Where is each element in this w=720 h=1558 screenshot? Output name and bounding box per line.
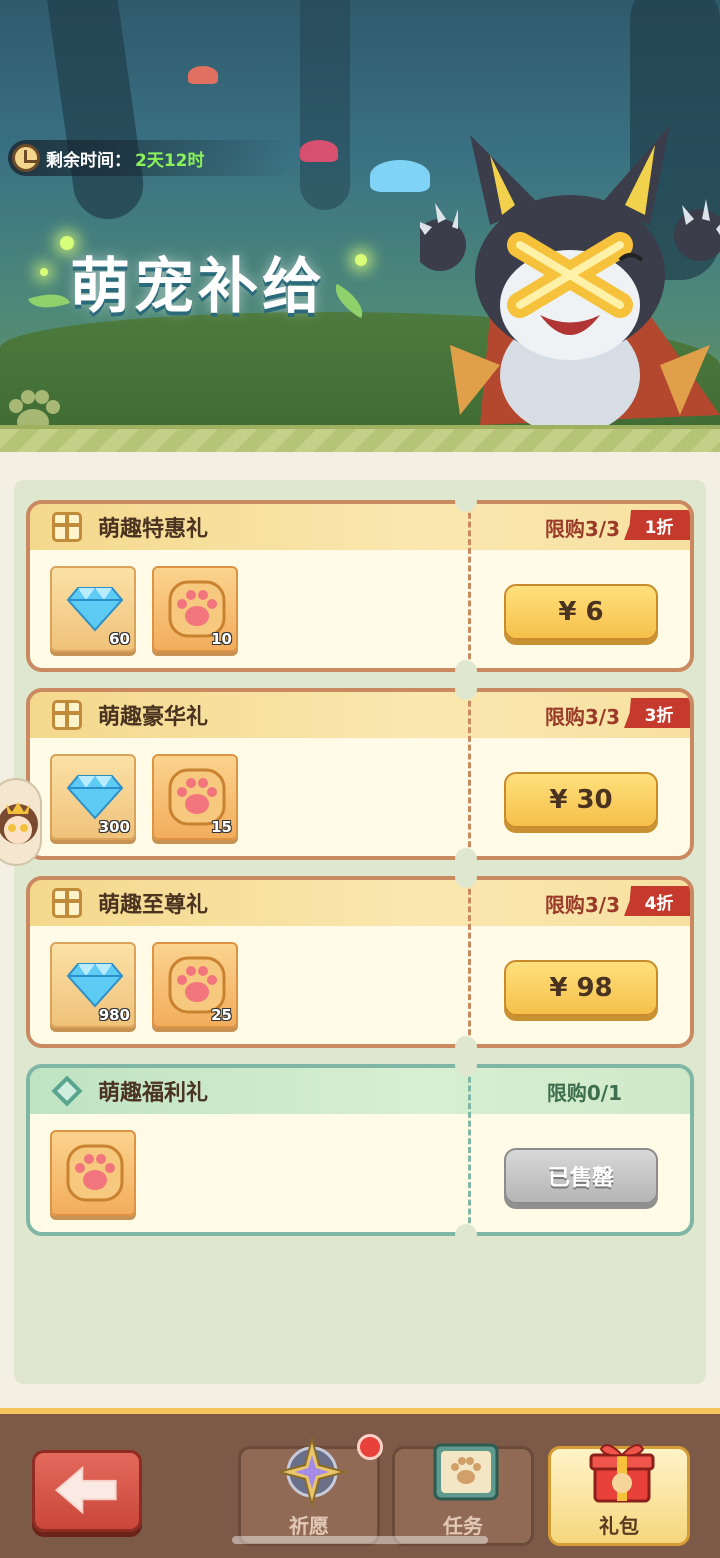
ticket-notch [455,1224,477,1246]
tab-wish[interactable]: 祈愿 [238,1437,380,1546]
gift-box-icon [589,1444,655,1503]
diamond-icon [66,963,124,1008]
reward-item[interactable]: 15 [152,754,238,840]
item-quantity: 25 [211,1006,232,1024]
remaining-time: 剩余时间： 2天12时 [8,140,295,176]
floating-avatar-button[interactable] [0,778,42,866]
tab-label: 祈愿 [289,1514,329,1538]
buy-button[interactable]: ¥ 6 [504,584,658,640]
task-book-icon [433,1443,499,1501]
reward-item[interactable]: 300 [50,754,136,840]
gift-pack-card: 萌趣豪华礼 限购3/3 3折 300 15 ¥ 30 [26,688,694,860]
gift-icon [52,888,82,918]
clock-icon [12,144,40,172]
reward-item[interactable]: 60 [50,566,136,652]
ticket-notch [455,490,477,512]
firefly-glow [40,268,48,276]
reward-item[interactable] [50,1130,136,1216]
leaf-decoration [28,286,70,316]
dashed-divider [468,1068,471,1232]
gift-pack-card: 萌趣特惠礼 限购3/3 1折 60 10 ¥ 6 [26,500,694,672]
reward-item[interactable]: 25 [152,942,238,1028]
pack-header: 萌趣福利礼 限购0/1 [30,1068,690,1114]
gift-pack-card: 萌趣福利礼 限购0/1 已售罄 [26,1064,694,1236]
banner-border [0,425,720,452]
reward-item[interactable]: 10 [152,566,238,652]
pack-title: 萌趣福利礼 [98,1081,209,1106]
item-quantity: 300 [98,818,130,836]
pack-header: 萌趣特惠礼 限购3/3 1折 [30,504,690,550]
welfare-icon [51,1075,83,1107]
gift-icon [52,512,82,542]
tab-gift-packs[interactable]: 礼包 [548,1444,690,1546]
pack-header: 萌趣豪华礼 限购3/3 3折 [30,692,690,738]
diamond-icon [66,775,124,820]
purchase-limit: 限购3/3 [544,893,620,917]
avatar-icon [0,802,38,844]
tab-label: 礼包 [599,1514,639,1538]
gift-pack-card: 萌趣至尊礼 限购3/3 4折 980 25 ¥ 98 [26,876,694,1048]
pack-header: 萌趣至尊礼 限购3/3 4折 [30,880,690,926]
dashed-divider [468,880,471,1044]
back-button[interactable] [32,1450,142,1532]
buy-button[interactable]: ¥ 98 [504,960,658,1016]
pack-title: 萌趣豪华礼 [98,705,209,730]
purchase-limit: 限购0/1 [546,1081,622,1105]
item-quantity: 980 [98,1006,130,1024]
ticket-notch [455,678,477,700]
item-quantity: 60 [109,630,130,648]
paw-icon [66,1144,124,1202]
pack-title: 萌趣特惠礼 [98,517,209,542]
tree-trunk [42,0,148,224]
pet-mascot-illustration [420,125,720,425]
tab-label: 任务 [443,1514,483,1538]
purchase-limit: 限购3/3 [544,517,620,541]
dashed-divider [468,692,471,856]
discount-badge: 1折 [624,510,690,540]
purchase-limit: 限购3/3 [544,705,620,729]
home-indicator[interactable] [232,1536,488,1544]
discount-badge: 3折 [624,698,690,728]
tab-tasks[interactable]: 任务 [392,1443,534,1546]
diamond-icon [66,587,124,632]
event-banner: 剩余时间： 2天12时 萌宠补给 [0,0,720,452]
firefly-glow [355,254,367,266]
reward-item[interactable]: 980 [50,942,136,1028]
timer-value: 2天12时 [135,150,205,171]
mushroom [300,140,338,162]
notification-dot [357,1434,383,1460]
discount-badge: 4折 [624,886,690,916]
timer-label: 剩余时间： [46,150,131,171]
ticket-notch [455,866,477,888]
pack-title: 萌趣至尊礼 [98,893,209,918]
item-quantity: 15 [211,818,232,836]
tree-trunk [300,0,350,210]
gift-icon [52,700,82,730]
event-title: 萌宠补给 [70,252,326,322]
mushroom [188,66,218,84]
item-quantity: 10 [211,630,232,648]
compass-star-icon [277,1437,347,1507]
sold-out-button[interactable]: 已售罄 [504,1148,658,1204]
arrow-left-icon [54,1465,117,1515]
buy-button[interactable]: ¥ 30 [504,772,658,828]
dashed-divider [468,504,471,668]
ticket-notch [455,1054,477,1076]
